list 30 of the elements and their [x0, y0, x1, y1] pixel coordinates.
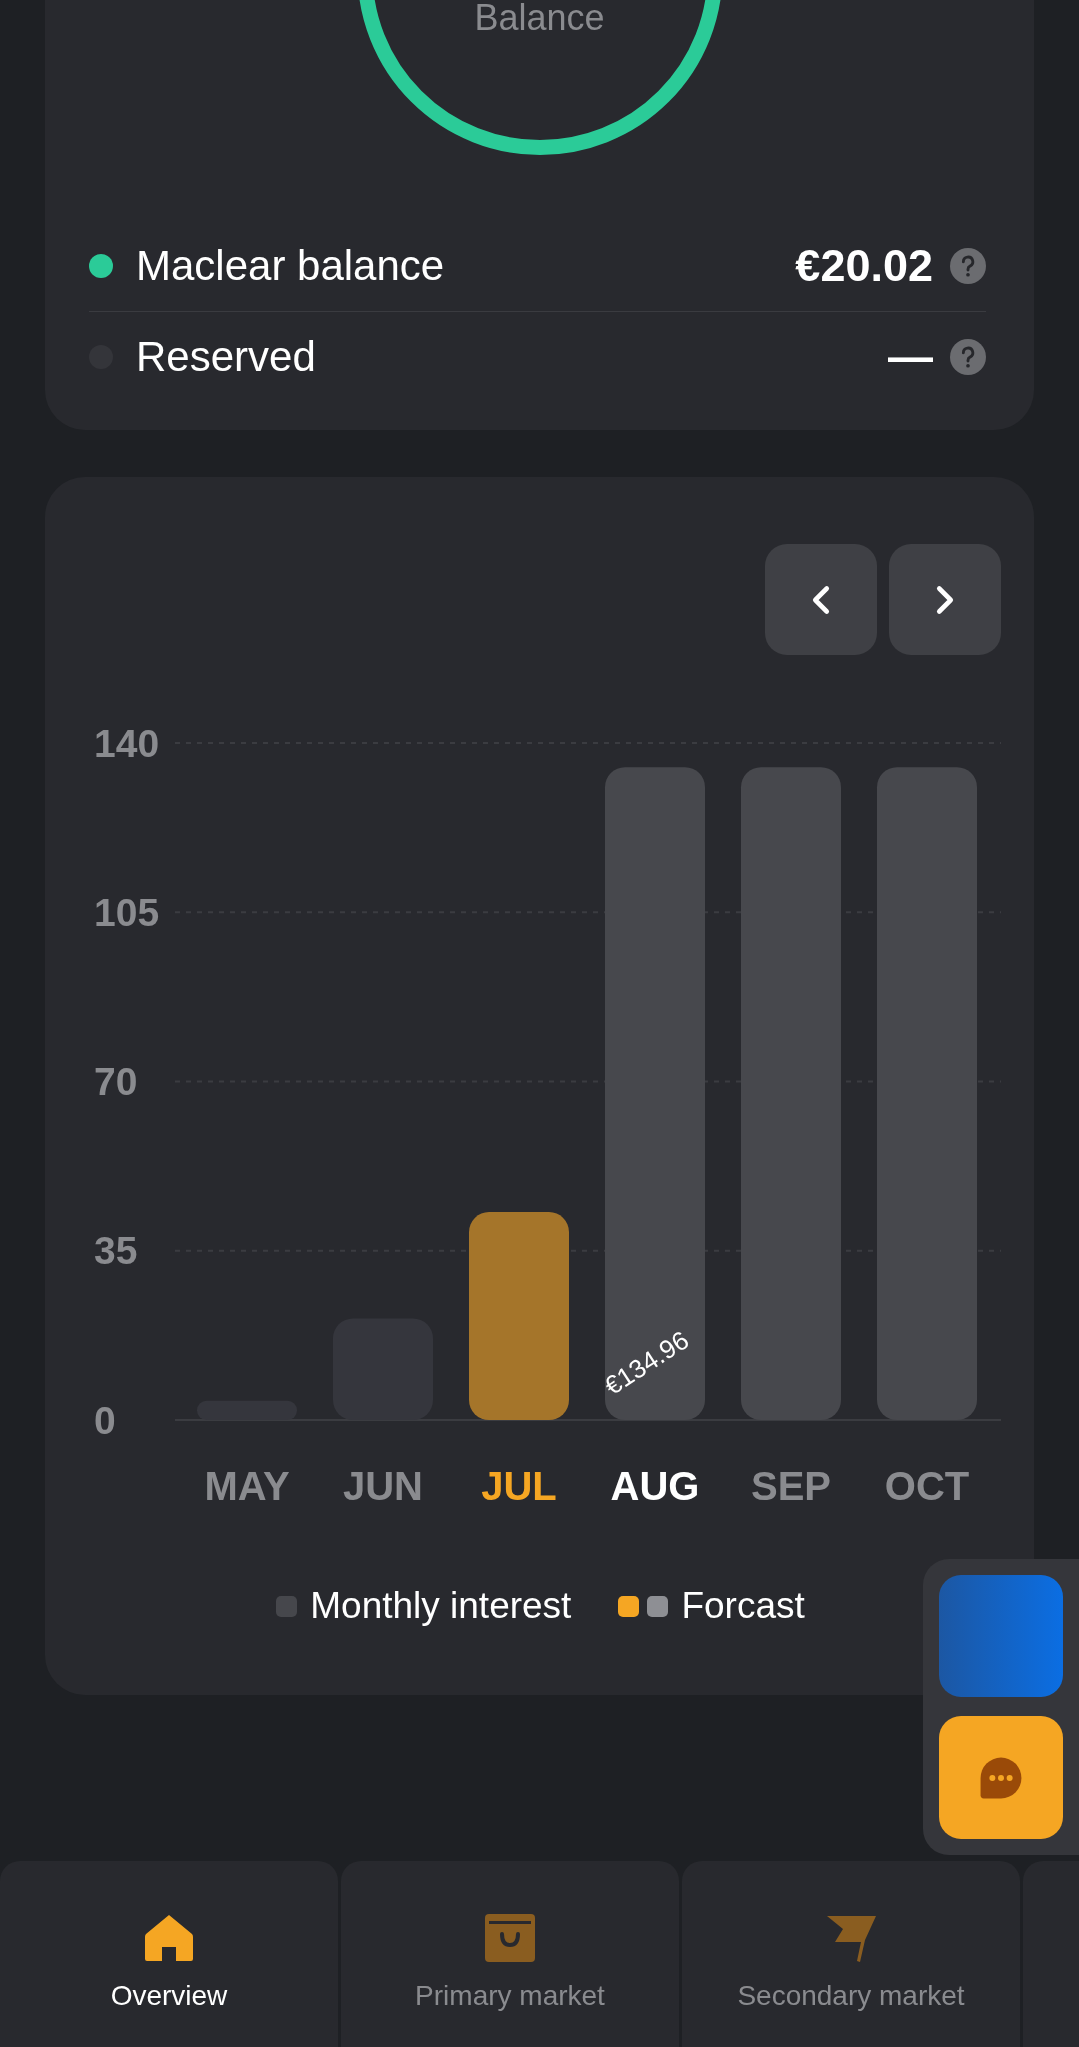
y-axis-label: 35	[94, 1229, 138, 1273]
month-label[interactable]: OCT	[884, 1464, 970, 1508]
legend-label: Forcast	[681, 1585, 805, 1627]
chat-icon	[979, 1755, 1023, 1800]
month-label[interactable]: SEP	[751, 1464, 831, 1508]
nav-tab[interactable]: Overview	[0, 1861, 338, 2047]
legend-label: Monthly interest	[310, 1585, 572, 1627]
y-axis-label: 70	[94, 1060, 138, 1103]
balance-value: €20.02	[795, 240, 933, 292]
nav-tab[interactable]: Secondary market	[682, 1861, 1020, 2047]
next-button[interactable]	[889, 544, 1001, 655]
help-icon[interactable]	[950, 248, 986, 284]
y-axis-label: 105	[94, 890, 160, 934]
month-label[interactable]: JUN	[343, 1464, 423, 1508]
month-label[interactable]: MAY	[204, 1464, 290, 1508]
shopping-box-icon	[484, 1912, 536, 1964]
y-axis-label: 0	[94, 1398, 116, 1442]
help-icon[interactable]	[950, 339, 986, 375]
month-label[interactable]: AUG	[610, 1464, 700, 1508]
ring-label: Balance	[474, 0, 605, 36]
balance-label: Maclear balance	[136, 242, 445, 290]
shortcut-button[interactable]	[939, 1575, 1063, 1697]
balance-value: —	[888, 331, 933, 383]
balance-label: Reserved	[136, 333, 316, 381]
nav-tab[interactable]: Primary market	[341, 1861, 679, 2047]
chat-button[interactable]	[939, 1716, 1063, 1839]
y-axis-label: 140	[94, 721, 160, 765]
home-icon	[143, 1912, 195, 1964]
previous-button[interactable]	[765, 544, 877, 655]
month-label[interactable]: JUL	[481, 1464, 557, 1508]
